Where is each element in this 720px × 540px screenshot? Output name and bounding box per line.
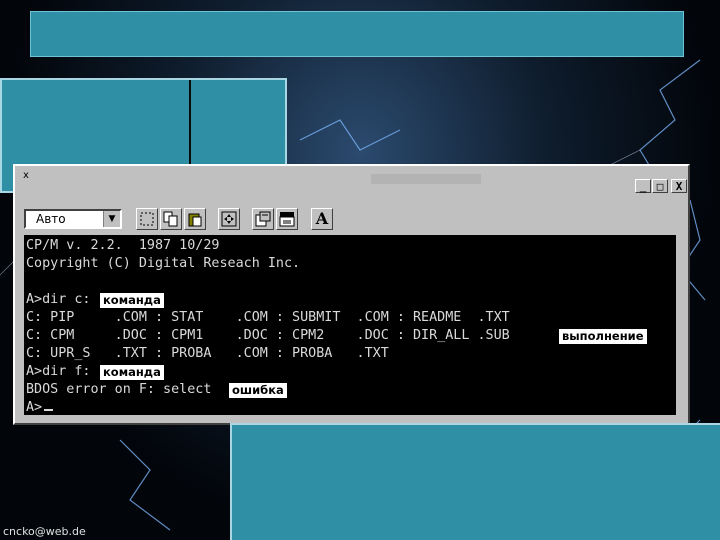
label-execution: выполнение <box>559 329 647 344</box>
terminal-cursor <box>44 409 53 411</box>
terminal-line: BDOS error on F: select <box>26 382 212 397</box>
font-button[interactable]: A <box>311 208 333 230</box>
select-icon[interactable] <box>136 208 158 230</box>
terminal-line: A>dir f: <box>26 364 91 379</box>
slide-title-bar <box>30 11 684 57</box>
toolbar: Авто ▼ A <box>15 194 688 232</box>
label-command: команда <box>100 365 164 380</box>
terminal-line: C: UPR_S .TXT : PROBA .COM : PROBA .TXT <box>26 346 389 361</box>
terminal-line: A>dir c: <box>26 292 91 307</box>
minimize-button[interactable]: _ <box>635 179 651 193</box>
terminal-line: CP/M v. 2.2. 1987 10/29 <box>26 238 220 253</box>
font-size-select[interactable]: Авто ▼ <box>24 209 122 229</box>
chevron-down-icon[interactable]: ▼ <box>103 211 120 227</box>
window-caption: x _ □ X <box>15 166 688 193</box>
fullscreen-icon[interactable] <box>218 208 240 230</box>
caption-title-shadow <box>371 174 481 184</box>
terminal-line: A> <box>26 400 43 415</box>
notes-box <box>230 423 720 540</box>
terminal-line: C: PIP .COM : STAT .COM : SUBMIT .COM : … <box>26 310 510 325</box>
font-size-select-value: Авто <box>36 212 66 226</box>
background-icon[interactable] <box>276 208 298 230</box>
copy-icon[interactable] <box>160 208 182 230</box>
window-caption-glyph: x <box>23 170 29 181</box>
terminal-screen[interactable]: CP/M v. 2.2. 1987 10/29 Copyright (C) Di… <box>24 235 676 415</box>
terminal-line: Copyright (C) Digital Reseach Inc. <box>26 256 301 271</box>
label-command: команда <box>100 293 164 308</box>
label-error: ошибка <box>229 383 287 398</box>
properties-icon[interactable] <box>252 208 274 230</box>
terminal-line: C: CPM .DOC : CPM1 .DOC : CPM2 .DOC : DI… <box>26 328 510 343</box>
paste-icon[interactable] <box>184 208 206 230</box>
maximize-button[interactable]: □ <box>652 179 668 193</box>
close-button[interactable]: X <box>671 179 687 193</box>
terminal-window: x _ □ X Авто ▼ A CP/M v. 2.2. 1987 10/29… <box>13 164 690 425</box>
footer-email: cncko@web.de <box>3 525 86 538</box>
